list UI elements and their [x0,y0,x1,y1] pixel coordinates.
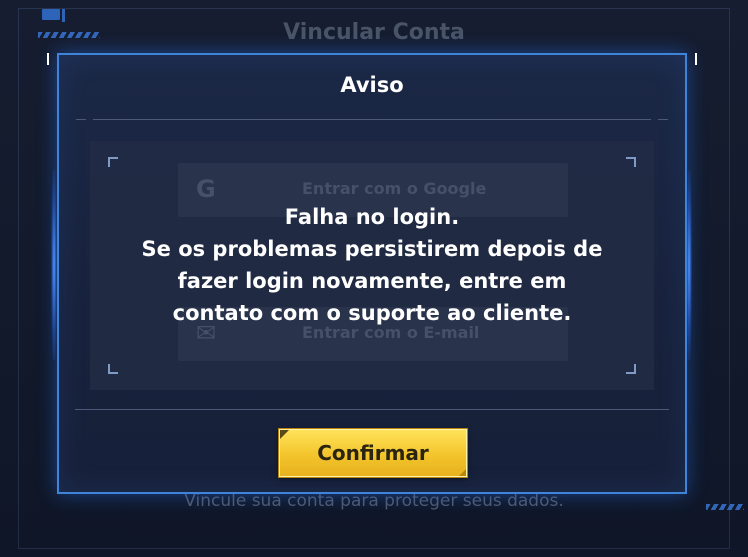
background-title: Vincular Conta [283,20,465,45]
message-line: Se os problemas persistirem depois de [141,237,603,261]
corner-decoration [42,9,60,20]
corner-bracket [108,364,118,374]
message-box: G Entrar com o Google ✉ Entrar com o E-m… [90,141,654,390]
error-message: Falha no login. Se os problemas persisti… [90,201,654,329]
confirm-button-label: Confirmar [317,441,429,465]
dialog-edge-marker [695,53,697,65]
divider-tick [76,119,86,120]
background-footer-text: Vincule sua conta para proteger seus dad… [184,491,564,511]
divider-tick [658,119,668,120]
warning-dialog: Aviso G Entrar com o Google ✉ Entrar com… [47,53,697,494]
google-option-label: Entrar com o Google [302,179,487,198]
message-line: contato com o suporte ao cliente. [172,301,572,325]
corner-bracket [626,364,636,374]
google-icon: G [196,175,216,203]
corner-bracket [108,157,118,167]
divider [75,409,669,410]
dialog-edge-marker [47,53,49,65]
dialog-title: Aviso [340,73,404,97]
message-line: fazer login novamente, entre em [177,269,567,293]
corner-bracket [626,157,636,167]
message-line: Falha no login. [284,205,460,229]
confirm-button[interactable]: Confirmar [279,429,467,477]
divider [93,119,651,120]
